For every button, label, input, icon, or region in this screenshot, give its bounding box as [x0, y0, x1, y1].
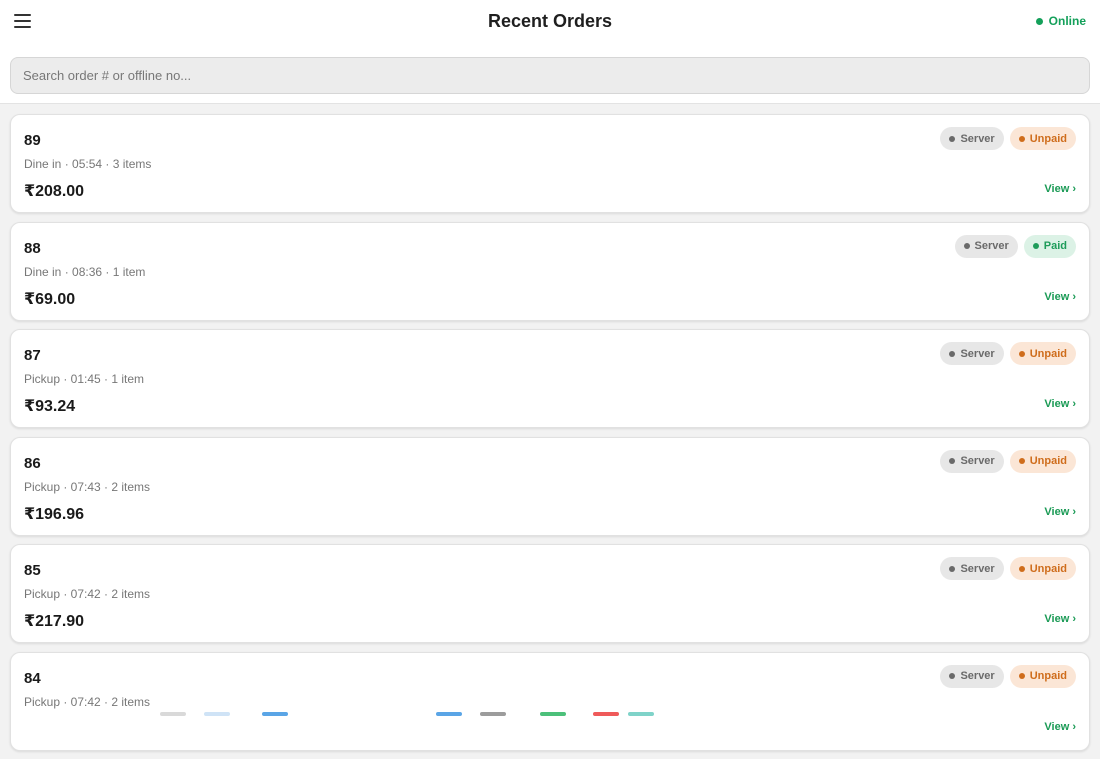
order-number: 89	[24, 132, 41, 149]
source-badge: Server	[940, 342, 1004, 365]
order-amount: ₹93.24	[24, 398, 76, 415]
dock-app-icon[interactable]	[540, 712, 566, 716]
dock-app-icon[interactable]	[593, 712, 619, 716]
dock-app-icon[interactable]	[204, 712, 230, 716]
payment-status-label: Paid	[1043, 240, 1067, 252]
order-card[interactable]: 86 Pickup · 07:43 · 2 items ₹196.96 Serv…	[10, 436, 1090, 536]
order-number: 84	[24, 669, 41, 687]
order-amount: ₹196.96	[24, 505, 85, 523]
dock-app-icon[interactable]	[160, 712, 186, 716]
payment-status-badge: Unpaid	[1009, 127, 1076, 150]
order-badges: Server Unpaid	[940, 664, 1076, 688]
order-meta: Pickup · 07:43 · 2 items	[24, 479, 151, 494]
order-card[interactable]: 87 Pickup · 01:45 · 1 item ₹93.24 Server…	[10, 329, 1090, 428]
order-number: 88	[24, 239, 41, 257]
order-badges: Server Paid	[954, 234, 1076, 258]
order-card[interactable]: 89 Dine in · 05:54 · 3 items ₹208.00 Ser…	[10, 114, 1090, 213]
dock-app-icon[interactable]	[436, 712, 462, 716]
search-input[interactable]	[10, 57, 1090, 94]
dock-app-icon[interactable]	[628, 712, 654, 716]
payment-status-label: Unpaid	[1029, 132, 1067, 145]
source-dot-icon	[963, 243, 970, 249]
order-card[interactable]: 88 Dine in · 08:36 · 1 item ₹69.00 Serve…	[10, 221, 1090, 321]
payment-dot-icon	[1032, 243, 1039, 249]
payment-status-badge: Unpaid	[1009, 342, 1076, 365]
status-dot-icon	[1035, 17, 1043, 25]
payment-status-label: Unpaid	[1029, 670, 1067, 682]
order-meta: Pickup · 07:42 · 2 items	[24, 587, 151, 601]
source-badge: Server	[954, 234, 1018, 258]
payment-status-badge: Unpaid	[1009, 449, 1076, 473]
view-order-link[interactable]: View ›	[1044, 506, 1076, 518]
order-meta: Dine in · 08:36 · 1 item	[24, 264, 146, 279]
order-amount: ₹69.00	[24, 290, 76, 308]
payment-dot-icon	[1018, 458, 1025, 464]
view-order-link[interactable]: View ›	[1044, 291, 1076, 303]
payment-status-badge: Unpaid	[1009, 664, 1076, 688]
order-amount: ₹217.90	[24, 613, 85, 630]
source-badge-label: Server	[960, 132, 995, 145]
order-number: 85	[24, 562, 41, 579]
source-dot-icon	[949, 458, 956, 464]
order-badges: Server Unpaid	[940, 557, 1076, 580]
source-badge-label: Server	[960, 562, 995, 575]
order-meta: Dine in · 05:54 · 3 items	[24, 157, 152, 171]
order-badges: Server Unpaid	[940, 127, 1076, 150]
view-order-link[interactable]: View ›	[1044, 721, 1076, 733]
view-order-link[interactable]: View ›	[1044, 183, 1076, 195]
source-dot-icon	[949, 135, 956, 142]
orders-list: 89 Dine in · 05:54 · 3 items ₹208.00 Ser…	[10, 114, 1090, 759]
order-number: 86	[24, 454, 41, 472]
status-label: Online	[1048, 14, 1086, 28]
order-badges: Server Unpaid	[940, 342, 1076, 365]
source-badge: Server	[940, 127, 1004, 150]
app-header: Recent Orders Online	[0, 0, 1100, 104]
source-badge-label: Server	[960, 670, 995, 682]
payment-status-label: Unpaid	[1029, 455, 1067, 467]
source-badge: Server	[940, 449, 1004, 473]
source-dot-icon	[949, 673, 956, 679]
payment-dot-icon	[1018, 135, 1025, 142]
source-badge-label: Server	[960, 347, 995, 360]
payment-status-badge: Paid	[1023, 234, 1076, 258]
dock-app-icon[interactable]	[480, 712, 506, 716]
order-meta: Pickup · 07:42 · 2 items	[24, 694, 151, 709]
payment-dot-icon	[1018, 350, 1025, 357]
source-badge: Server	[940, 557, 1004, 580]
view-order-link[interactable]: View ›	[1044, 398, 1076, 410]
order-amount: ₹208.00	[24, 183, 85, 200]
order-badges: Server Unpaid	[940, 449, 1076, 473]
source-dot-icon	[949, 350, 956, 357]
order-number: 87	[24, 347, 41, 364]
source-badge: Server	[940, 664, 1004, 688]
page-title: Recent Orders	[487, 11, 613, 31]
source-badge-label: Server	[974, 240, 1009, 252]
payment-status-badge: Unpaid	[1009, 557, 1076, 580]
dock-app-icon[interactable]	[262, 712, 288, 716]
source-dot-icon	[949, 565, 956, 572]
source-badge-label: Server	[960, 455, 995, 467]
view-order-link[interactable]: View ›	[1044, 613, 1076, 625]
connection-status: Online	[1035, 14, 1086, 28]
taskbar-dock	[0, 709, 1100, 716]
order-meta: Pickup · 01:45 · 1 item	[24, 372, 145, 386]
payment-dot-icon	[1018, 673, 1025, 679]
payment-status-label: Unpaid	[1029, 562, 1067, 575]
order-card[interactable]: 84 Pickup · 07:42 · 2 items Server Unpai…	[10, 651, 1090, 751]
payment-dot-icon	[1018, 565, 1025, 572]
order-card[interactable]: 85 Pickup · 07:42 · 2 items ₹217.90 Serv…	[10, 544, 1090, 643]
payment-status-label: Unpaid	[1029, 347, 1067, 360]
